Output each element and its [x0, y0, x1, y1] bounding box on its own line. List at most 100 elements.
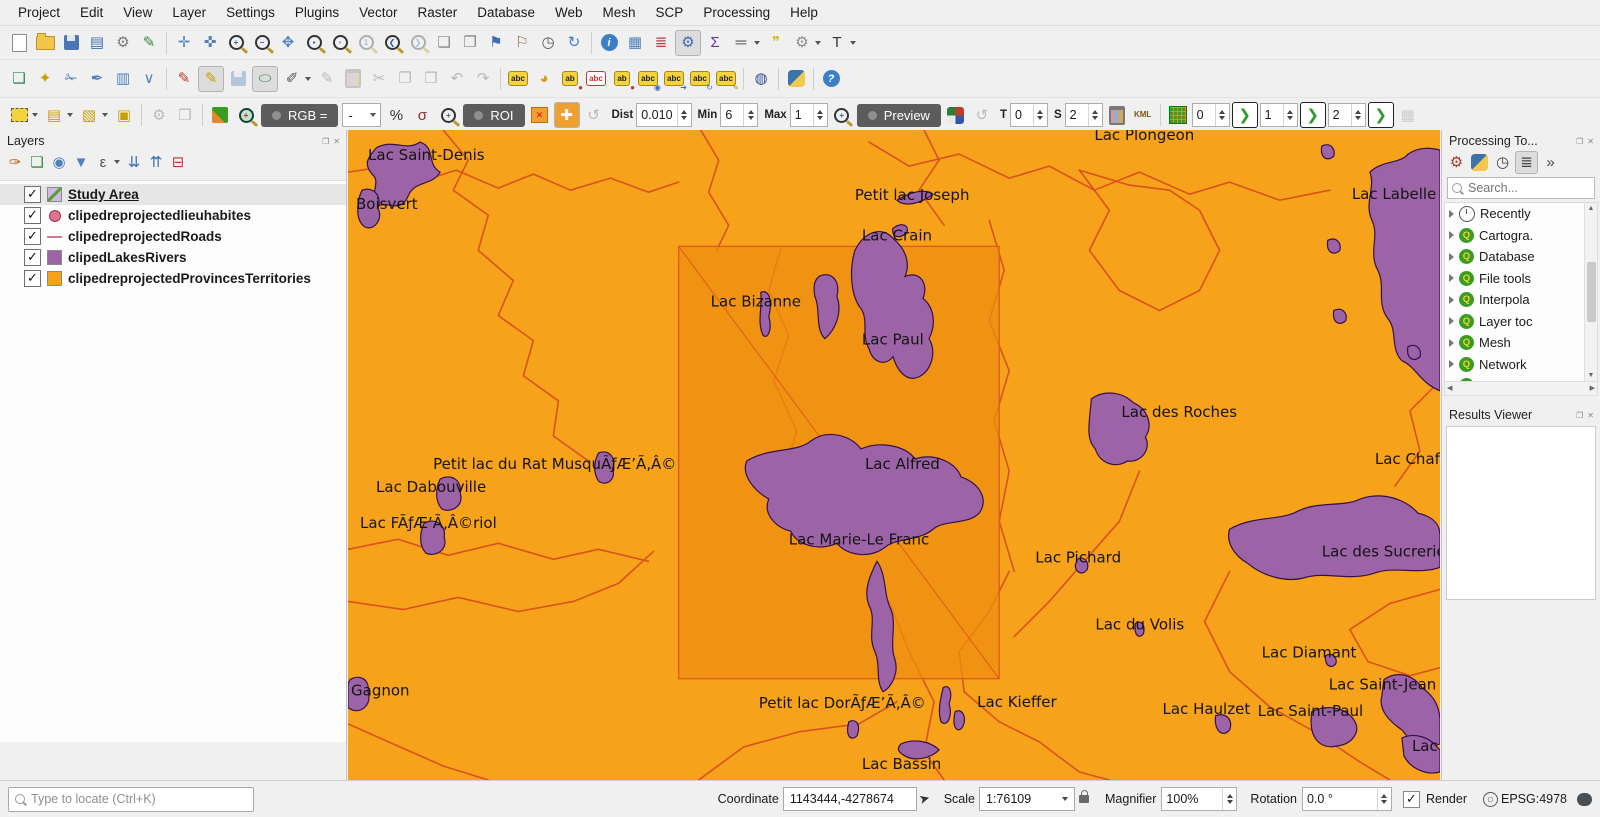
scp-bandset-icon[interactable]	[208, 103, 232, 127]
scp-edit-raster-icon[interactable]	[1166, 103, 1190, 127]
select-features-dropdown[interactable]	[32, 113, 38, 117]
new-spatial-bookmark-icon[interactable]: ⚑	[484, 31, 508, 55]
processing-group-cartogra-[interactable]: QCartogra.	[1445, 225, 1597, 247]
new-geopackage-layer-icon[interactable]: ❏	[7, 67, 31, 91]
scp-preview-zoom-icon[interactable]: +	[830, 103, 854, 127]
menu-view[interactable]: View	[113, 2, 162, 23]
zoom-to-selection-icon[interactable]: ▪	[302, 31, 326, 55]
metasearch-icon[interactable]: ◍	[749, 67, 773, 91]
new-print-layout-icon[interactable]: ▤	[85, 31, 109, 55]
new-gpx-layer-icon[interactable]: ✒	[85, 67, 109, 91]
processing-group-recently[interactable]: Recently	[1445, 203, 1597, 225]
scp-kml-icon[interactable]: KML	[1131, 103, 1155, 127]
expander-icon[interactable]	[1449, 253, 1454, 261]
deselect-dropdown[interactable]	[102, 113, 108, 117]
float-panel-icon[interactable]: ❐	[1576, 137, 1583, 146]
open-layer-styling-icon[interactable]: ✑	[5, 152, 25, 172]
sum-features-icon[interactable]: Σ	[703, 31, 727, 55]
processing-search-input[interactable]	[1466, 180, 1570, 196]
menu-vector[interactable]: Vector	[349, 2, 407, 23]
scp-stddev-stretch-icon[interactable]: σ	[410, 103, 434, 127]
layer-row-1[interactable]: ✓Study Area	[0, 184, 346, 205]
scp-value1-spin[interactable]: 1	[1260, 103, 1298, 127]
processing-run-icon[interactable]: ⚙	[790, 31, 814, 55]
scroll-down-icon[interactable]: ▼	[1588, 372, 1595, 379]
results-viewer-icon[interactable]: ≣	[1515, 151, 1538, 174]
measure-icon[interactable]: ═	[729, 31, 753, 55]
expander-icon[interactable]	[1449, 274, 1454, 282]
map-canvas[interactable]: Lac Saint-DenisBoisvertPetit lac JosephL…	[348, 130, 1440, 780]
layer-row-4[interactable]: ✓clipedLakesRivers	[0, 247, 346, 268]
processing-toolbox-icon[interactable]: ⚙	[675, 30, 701, 56]
menu-web[interactable]: Web	[545, 2, 593, 23]
scp-value2-spin[interactable]: 2	[1328, 103, 1366, 127]
layer-checkbox[interactable]: ✓	[24, 186, 41, 203]
layer-name[interactable]: clipedreprojectedRoads	[68, 229, 222, 244]
scp-min-spin[interactable]: 6	[720, 103, 758, 127]
close-panel-icon[interactable]: ✕	[1587, 411, 1594, 420]
menu-raster[interactable]: Raster	[407, 2, 467, 23]
measure-icon-dropdown[interactable]	[754, 41, 760, 45]
rotate-label-icon[interactable]: abc↻	[688, 67, 712, 91]
menu-settings[interactable]: Settings	[216, 2, 285, 23]
layer-diagram-icon[interactable]: ◕	[532, 67, 556, 91]
scale-combo[interactable]: 1:76109	[979, 787, 1075, 811]
vertex-tool-icon-dropdown[interactable]	[305, 77, 311, 81]
filter-expression-icon-dropdown[interactable]	[114, 160, 120, 164]
select-by-location-icon[interactable]: ▣	[112, 103, 136, 127]
processing-group-interpola[interactable]: QInterpola	[1445, 289, 1597, 311]
rotation-spin[interactable]: 0.0 °	[1302, 787, 1392, 811]
scp-delete-icon[interactable]	[1105, 103, 1129, 127]
change-label-icon[interactable]: abc✎	[714, 67, 738, 91]
scp-roi-add-icon[interactable]: ✚	[554, 102, 580, 128]
close-panel-icon[interactable]: ✕	[1587, 137, 1594, 146]
map-tips-icon[interactable]: ❞	[764, 31, 788, 55]
scp-apply0-icon[interactable]: ❯	[1232, 102, 1258, 128]
zoom-last-icon[interactable]: ❮	[380, 31, 404, 55]
scp-roi-polygon-icon[interactable]: ✕	[528, 103, 552, 127]
move-label-icon[interactable]: abc➔	[662, 67, 686, 91]
expander-icon[interactable]	[1449, 231, 1454, 239]
layer-name[interactable]: clipedreprojectedProvincesTerritories	[68, 271, 311, 286]
scp-dist-spin[interactable]: 0.010	[636, 103, 691, 127]
menu-help[interactable]: Help	[780, 2, 828, 23]
crs-globe-icon[interactable]	[1483, 792, 1498, 807]
show-hide-labels-icon[interactable]: ab●	[610, 67, 634, 91]
new-virtual-layer-icon[interactable]: ▥	[111, 67, 135, 91]
digitize-with-shape-icon[interactable]: ⬭	[252, 66, 278, 92]
expander-icon[interactable]	[1449, 317, 1454, 325]
expand-all-icon[interactable]: ⇊	[124, 152, 144, 172]
layer-checkbox[interactable]: ✓	[24, 249, 41, 266]
python-console-icon[interactable]	[784, 67, 808, 91]
lock-scale-icon[interactable]	[1079, 795, 1089, 803]
render-checkbox[interactable]: ✓	[1403, 791, 1420, 808]
vertical-scrollbar[interactable]: ▲ ▼	[1584, 203, 1597, 381]
expander-icon[interactable]	[1449, 339, 1454, 347]
toggle-editing-icon[interactable]: ✎	[198, 66, 224, 92]
crs-status[interactable]: EPSG:4978	[1501, 792, 1567, 806]
new-3d-map-view-icon[interactable]: ❐	[458, 31, 482, 55]
scroll-left-icon[interactable]: ◀	[1447, 385, 1452, 392]
scp-zoom-stretch-icon[interactable]: +	[436, 103, 460, 127]
magnifier-spin[interactable]: 100%	[1161, 787, 1237, 811]
new-mesh-layer-icon[interactable]: ∨	[137, 67, 161, 91]
processing-group-file-tools[interactable]: QFile tools	[1445, 268, 1597, 290]
attribute-table-icon[interactable]: ▦	[623, 31, 647, 55]
layer-checkbox[interactable]: ✓	[24, 270, 41, 287]
manage-map-themes-icon[interactable]: ◉	[49, 152, 69, 172]
scp-rgb-zoom-icon[interactable]: +	[234, 103, 258, 127]
scrollbar-thumb[interactable]	[1587, 262, 1596, 322]
pan-to-selection-icon[interactable]: ✜	[198, 31, 222, 55]
zoom-full-extent-icon[interactable]: ✥	[276, 31, 300, 55]
current-edits-icon[interactable]: ✎	[172, 67, 196, 91]
zoom-out-icon[interactable]: −	[250, 31, 274, 55]
pin-labels-icon[interactable]: ab●	[558, 67, 582, 91]
locator-search[interactable]: Type to locate (Ctrl+K)	[8, 787, 254, 812]
close-panel-icon[interactable]: ✕	[333, 137, 340, 146]
identify-features-icon[interactable]: i	[597, 31, 621, 55]
new-map-view-icon[interactable]: ❏	[432, 31, 456, 55]
expander-icon[interactable]	[1449, 296, 1454, 304]
select-features-icon[interactable]	[7, 103, 31, 127]
menu-layer[interactable]: Layer	[162, 2, 216, 23]
statistical-summary-icon[interactable]: ≣	[649, 31, 673, 55]
